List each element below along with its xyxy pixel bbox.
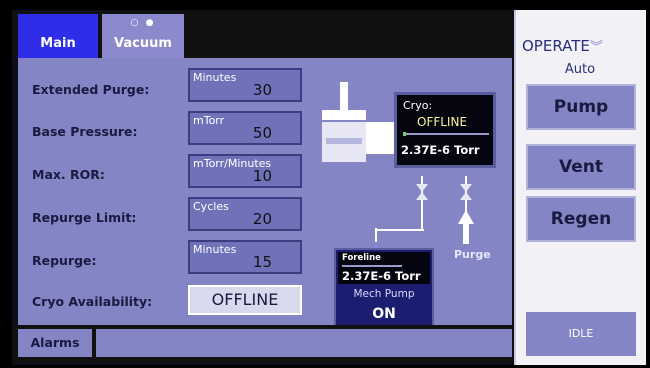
chamber-stem [340,82,348,112]
tab-main[interactable]: Main [18,14,98,58]
foreline-readout: Foreline 2.37E-6 Torr [338,252,430,284]
tab-vacuum-label: Vacuum [114,36,172,51]
cryo-availability-label: Cryo Availability: [32,294,153,309]
field-unit: Cycles [193,200,229,213]
foreline-gauge-bar [342,265,402,267]
operate-mode: Auto [564,62,596,77]
repurge-label: Repurge: [32,253,97,268]
cryo-display[interactable]: Cryo: OFFLINE 2.37E-6 Torr [394,92,496,168]
max-ror-field[interactable]: mTorr/Minutes 10 [188,154,302,188]
purge-label: Purge [454,248,491,261]
alarms-button[interactable]: Alarms [18,329,92,357]
regen-button[interactable]: Regen [526,196,636,242]
chamber-connector [366,122,396,154]
cryo-availability-button[interactable]: OFFLINE [188,285,302,315]
cryo-gauge-bar [403,132,489,136]
operate-label: OPERATE [522,37,590,55]
page-dots: ○ ● [130,18,156,28]
tab-bar: Main ○ ● Vacuum [12,10,512,58]
field-value: 10 [252,167,272,185]
base-pressure-field[interactable]: mTorr 50 [188,111,302,145]
main-panel: Extended Purge: Minutes 30 Base Pressure… [18,58,512,338]
field-value: 30 [252,81,272,99]
chamber-top [322,110,366,120]
state-indicator: IDLE [526,312,636,356]
vent-button[interactable]: Vent [526,144,636,190]
field-unit: mTorr [193,114,225,127]
mech-pump-state: ON [372,306,396,322]
cryo-title: Cryo: [403,99,433,112]
cryo-pressure: 2.37E-6 Torr [401,143,480,157]
status-bar: Alarms [12,325,512,363]
extended-purge-field[interactable]: Minutes 30 [188,68,302,102]
chevron-down-icon: ︾ [589,40,603,55]
field-value: 15 [252,253,272,271]
repurge-limit-label: Repurge Limit: [32,210,137,225]
extended-purge-label: Extended Purge: [32,82,150,97]
cryo-status: OFFLINE [417,115,468,129]
max-ror-label: Max. ROR: [32,167,105,182]
field-value: 50 [252,124,272,142]
operate-panel: OPERATE︾ Auto Pump Vent Regen IDLE [514,10,646,365]
field-value: 20 [252,210,272,228]
vacuum-diagram: Cryo: OFFLINE 2.37E-6 Torr Foreline 2.37… [312,78,512,338]
controller-screen: Main ○ ● Vacuum Extended Purge: Minutes … [12,10,646,365]
pump-button[interactable]: Pump [526,84,636,130]
field-unit: Minutes [193,71,237,84]
repurge-limit-field[interactable]: Cycles 20 [188,197,302,231]
tab-vacuum[interactable]: ○ ● Vacuum [102,14,184,58]
repurge-field[interactable]: Minutes 15 [188,240,302,274]
foreline-title: Foreline [342,253,381,263]
status-message-area [96,329,512,357]
purge-arrow [458,210,474,224]
field-unit: Minutes [193,243,237,256]
mech-pump-label: Mech Pump [353,288,415,300]
foreline-pressure: 2.37E-6 Torr [342,269,421,283]
operate-menu[interactable]: OPERATE︾ [522,36,642,55]
base-pressure-label: Base Pressure: [32,124,138,139]
